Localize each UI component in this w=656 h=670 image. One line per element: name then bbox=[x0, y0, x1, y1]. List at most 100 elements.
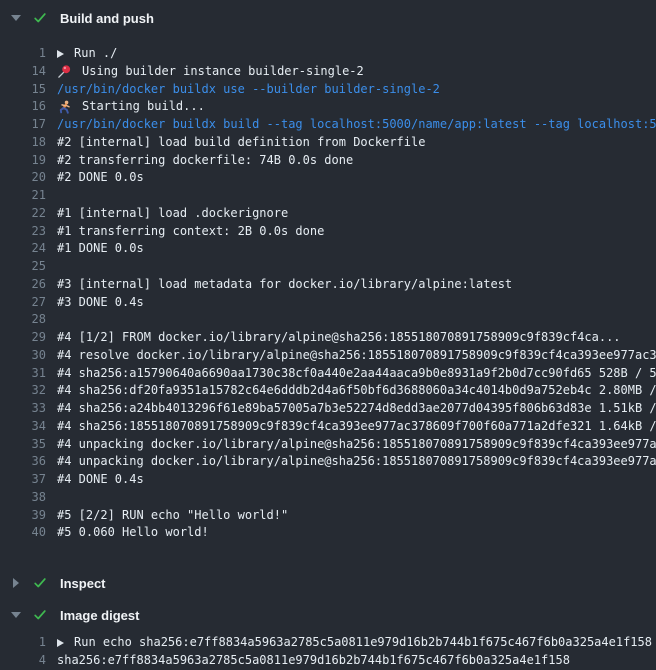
line-number[interactable]: 36 bbox=[0, 453, 46, 471]
log-text: #4 sha256:df20fa9351a15782c64e6dddb2d4a6… bbox=[57, 382, 656, 400]
line-number[interactable]: 19 bbox=[0, 152, 46, 170]
line-number[interactable]: 23 bbox=[0, 223, 46, 241]
log-text: #1 [internal] load .dockerignore bbox=[57, 205, 288, 223]
line-number[interactable]: 22 bbox=[0, 205, 46, 223]
line-number[interactable]: 25 bbox=[0, 258, 46, 276]
log-line: 39 #5 [2/2] RUN echo "Hello world!" bbox=[0, 507, 656, 525]
log-text: #5 [2/2] RUN echo "Hello world!" bbox=[57, 507, 288, 525]
check-icon bbox=[33, 608, 47, 622]
log-line: 28 bbox=[0, 311, 656, 329]
log-text: #4 sha256:a15790640a6690aa1730c38cf0a440… bbox=[57, 365, 656, 383]
line-number[interactable]: 14 bbox=[0, 63, 46, 81]
log-line: 15 /usr/bin/docker buildx use --builder … bbox=[0, 81, 656, 99]
log-text: #4 unpacking docker.io/library/alpine@sh… bbox=[57, 453, 656, 471]
check-icon bbox=[33, 576, 47, 590]
line-number[interactable]: 18 bbox=[0, 134, 46, 152]
chevron-right-icon[interactable] bbox=[10, 578, 22, 588]
log-line: 33 #4 sha256:a24bb4013296f61e89ba57005a7… bbox=[0, 400, 656, 418]
section-title: Image digest bbox=[60, 608, 139, 623]
section-build-and-push: Build and push 1 Run ./ 14 Using builder… bbox=[0, 0, 656, 542]
log-line: 38 bbox=[0, 489, 656, 507]
log-line: 36 #4 unpacking docker.io/library/alpine… bbox=[0, 453, 656, 471]
line-number[interactable]: 35 bbox=[0, 436, 46, 454]
chevron-down-icon[interactable] bbox=[10, 15, 22, 21]
line-number[interactable]: 38 bbox=[0, 489, 46, 507]
expand-group-icon[interactable] bbox=[57, 50, 64, 58]
line-number[interactable]: 20 bbox=[0, 169, 46, 187]
pushpin-icon bbox=[57, 64, 72, 79]
line-number[interactable]: 4 bbox=[0, 652, 46, 670]
log-line: 31 #4 sha256:a15790640a6690aa1730c38cf0a… bbox=[0, 365, 656, 383]
line-number[interactable]: 1 bbox=[0, 634, 46, 652]
line-number[interactable]: 30 bbox=[0, 347, 46, 365]
log-line: 24 #1 DONE 0.0s bbox=[0, 240, 656, 258]
log-text: #3 DONE 0.4s bbox=[57, 294, 144, 312]
log-text: /usr/bin/docker buildx use --builder bui… bbox=[57, 81, 440, 99]
log-root: Build and push 1 Run ./ 14 Using builder… bbox=[0, 0, 656, 670]
section-header-build-and-push[interactable]: Build and push bbox=[0, 8, 656, 28]
line-number[interactable]: 15 bbox=[0, 81, 46, 99]
log-text: #4 [1/2] FROM docker.io/library/alpine@s… bbox=[57, 329, 621, 347]
line-number[interactable]: 34 bbox=[0, 418, 46, 436]
section-lines: 1 Run echo sha256:e7ff8834a5963a2785c5a0… bbox=[0, 634, 656, 670]
log-line: 20 #2 DONE 0.0s bbox=[0, 169, 656, 187]
log-text: #4 resolve docker.io/library/alpine@sha2… bbox=[57, 347, 656, 365]
log-text: Run ./ bbox=[74, 45, 117, 63]
line-number[interactable]: 28 bbox=[0, 311, 46, 329]
line-number[interactable]: 40 bbox=[0, 524, 46, 542]
log-text: #1 DONE 0.0s bbox=[57, 240, 144, 258]
line-number[interactable]: 32 bbox=[0, 382, 46, 400]
section-title: Build and push bbox=[60, 11, 154, 26]
log-text: sha256:e7ff8834a5963a2785c5a0811e979d16b… bbox=[57, 652, 570, 670]
log-text: /usr/bin/docker buildx build --tag local… bbox=[57, 116, 656, 134]
log-text: #2 DONE 0.0s bbox=[57, 169, 144, 187]
chevron-down-icon[interactable] bbox=[10, 612, 22, 618]
section-header-inspect[interactable]: Inspect bbox=[0, 573, 656, 593]
line-number[interactable]: 37 bbox=[0, 471, 46, 489]
line-number[interactable]: 27 bbox=[0, 294, 46, 312]
line-number[interactable]: 26 bbox=[0, 276, 46, 294]
section-inspect: Inspect bbox=[0, 542, 656, 593]
log-text: #2 [internal] load build definition from… bbox=[57, 134, 425, 152]
log-line: 22 #1 [internal] load .dockerignore bbox=[0, 205, 656, 223]
log-text: #4 DONE 0.4s bbox=[57, 471, 144, 489]
section-image-digest: Image digest 1 Run echo sha256:e7ff8834a… bbox=[0, 593, 656, 670]
log-line: 18 #2 [internal] load build definition f… bbox=[0, 134, 656, 152]
log-line: 34 #4 sha256:185518070891758909c9f839cf4… bbox=[0, 418, 656, 436]
line-number[interactable]: 21 bbox=[0, 187, 46, 205]
log-line: 32 #4 sha256:df20fa9351a15782c64e6dddb2d… bbox=[0, 382, 656, 400]
log-line: 26 #3 [internal] load metadata for docke… bbox=[0, 276, 656, 294]
log-line: 23 #1 transferring context: 2B 0.0s done bbox=[0, 223, 656, 241]
line-number[interactable]: 24 bbox=[0, 240, 46, 258]
line-number[interactable]: 33 bbox=[0, 400, 46, 418]
expand-group-icon[interactable] bbox=[57, 639, 64, 647]
log-text: Starting build... bbox=[82, 98, 205, 116]
section-header-image-digest[interactable]: Image digest bbox=[0, 605, 656, 625]
log-text: #4 sha256:185518070891758909c9f839cf4ca3… bbox=[57, 418, 656, 436]
log-text: #4 sha256:a24bb4013296f61e89ba57005a7b3e… bbox=[57, 400, 656, 418]
log-text: Using builder instance builder-single-2 bbox=[82, 63, 364, 81]
line-number[interactable]: 17 bbox=[0, 116, 46, 134]
log-line: 1 Run echo sha256:e7ff8834a5963a2785c5a0… bbox=[0, 634, 656, 652]
log-text: #3 [internal] load metadata for docker.i… bbox=[57, 276, 512, 294]
runner-icon bbox=[57, 100, 72, 115]
log-line: 35 #4 unpacking docker.io/library/alpine… bbox=[0, 436, 656, 454]
workflow-log: { "colors": { "background": "#262b33", "… bbox=[0, 0, 656, 658]
line-number[interactable]: 16 bbox=[0, 98, 46, 116]
section-title: Inspect bbox=[60, 576, 106, 591]
line-number[interactable]: 1 bbox=[0, 45, 46, 63]
log-text: #1 transferring context: 2B 0.0s done bbox=[57, 223, 324, 241]
log-line: 19 #2 transferring dockerfile: 74B 0.0s … bbox=[0, 152, 656, 170]
line-number[interactable]: 39 bbox=[0, 507, 46, 525]
log-text: #2 transferring dockerfile: 74B 0.0s don… bbox=[57, 152, 353, 170]
log-line: 21 bbox=[0, 187, 656, 205]
log-line: 17 /usr/bin/docker buildx build --tag lo… bbox=[0, 116, 656, 134]
log-line: 25 bbox=[0, 258, 656, 276]
check-icon bbox=[33, 11, 47, 25]
log-line: 14 Using builder instance builder-single… bbox=[0, 63, 656, 81]
line-number[interactable]: 31 bbox=[0, 365, 46, 383]
log-line: 4 sha256:e7ff8834a5963a2785c5a0811e979d1… bbox=[0, 652, 656, 670]
log-line: 29 #4 [1/2] FROM docker.io/library/alpin… bbox=[0, 329, 656, 347]
line-number[interactable]: 29 bbox=[0, 329, 46, 347]
section-lines: 1 Run ./ 14 Using builder instance build… bbox=[0, 45, 656, 542]
